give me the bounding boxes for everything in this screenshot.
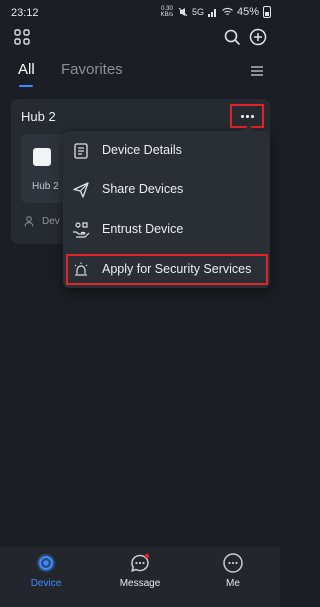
- nav-label: Message: [119, 578, 161, 589]
- more-icon: [240, 114, 254, 118]
- active-tab-indicator: [19, 85, 33, 87]
- menu-item-device-details[interactable]: Device Details: [63, 132, 270, 170]
- search-icon[interactable]: [223, 28, 241, 46]
- network-speed: 0.30 KB/s: [160, 6, 174, 18]
- menu-item-label: Share Devices: [102, 182, 184, 196]
- wifi-icon: [222, 7, 233, 15]
- status-bar: 23:12 0.30 KB/s 5G 45%: [0, 0, 280, 26]
- highlight-box: [66, 254, 268, 285]
- battery-text: 45%: [236, 6, 259, 18]
- tab-bar: All Favorites: [0, 58, 280, 92]
- mute-icon: [178, 7, 188, 17]
- message-icon: [131, 553, 150, 572]
- shared-info: Dev: [24, 216, 60, 227]
- tab-all[interactable]: All: [18, 61, 35, 78]
- menu-item-label: Device Details: [102, 143, 182, 157]
- signal-icon: [207, 9, 216, 17]
- tab-favorites[interactable]: Favorites: [61, 61, 123, 78]
- options-dropdown: Device Details Share Devices Entrust Dev…: [63, 125, 270, 288]
- device-name: Hub 2: [32, 181, 59, 192]
- status-icons: 0.30 KB/s 5G 45%: [160, 6, 271, 18]
- nav-label: Me: [226, 578, 240, 589]
- plus-circle-icon[interactable]: [249, 28, 267, 46]
- menu-item-label: Entrust Device: [102, 222, 184, 236]
- list-menu-icon[interactable]: [251, 65, 263, 77]
- send-icon: [73, 182, 89, 198]
- status-time: 23:12: [11, 7, 39, 19]
- nav-label: Device: [30, 578, 62, 589]
- menu-item-share-devices[interactable]: Share Devices: [63, 171, 270, 209]
- top-bar: [0, 26, 280, 50]
- battery-icon: [263, 6, 271, 18]
- device-icon: [37, 554, 55, 572]
- hand-icon: [73, 222, 90, 238]
- me-icon: [223, 553, 243, 573]
- shared-text: Dev: [42, 216, 60, 227]
- hub-device-icon: [33, 148, 51, 166]
- bottom-nav: Device Message Me: [0, 547, 280, 607]
- nav-message[interactable]: Message: [105, 552, 175, 589]
- hub-title: Hub 2: [21, 109, 56, 124]
- menu-item-entrust-device[interactable]: Entrust Device: [63, 211, 270, 249]
- network-label: 5G: [191, 7, 204, 17]
- nav-device[interactable]: Device: [11, 552, 81, 589]
- nav-me[interactable]: Me: [198, 552, 268, 589]
- person-icon: [24, 216, 34, 227]
- grid-icon[interactable]: [14, 29, 30, 45]
- document-icon: [74, 143, 88, 159]
